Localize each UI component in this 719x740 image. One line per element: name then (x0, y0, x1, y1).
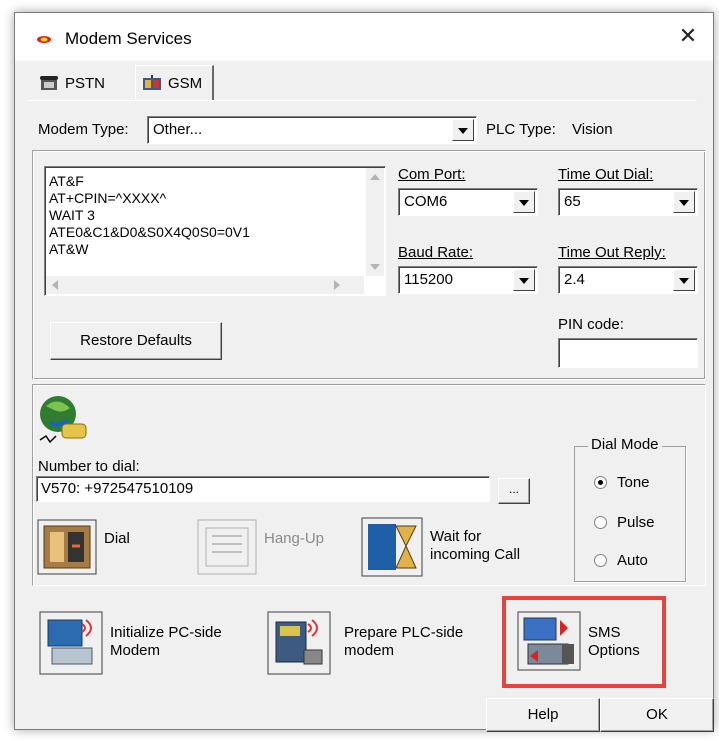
app-icon (37, 36, 51, 43)
wait-label-line1: Wait for (430, 528, 482, 545)
radio-auto-label: Auto (617, 552, 648, 569)
plc-type-label: PLC Type: (486, 121, 556, 138)
radio-dot[interactable] (594, 476, 607, 489)
tab-gsm-label: GSM (168, 74, 203, 92)
tab-divider (28, 100, 697, 101)
baud-rate-label: Baud Rate: (398, 244, 474, 261)
browse-number-button[interactable]: ... (498, 478, 530, 504)
pin-code-input[interactable] (558, 338, 698, 368)
com-port-label: Com Port: (398, 166, 466, 183)
timeout-reply-value: 2.4 (564, 271, 585, 288)
radio-auto[interactable]: Auto (594, 552, 648, 569)
scroll-left-icon[interactable] (52, 280, 58, 290)
modem-type-value: Other... (153, 121, 203, 138)
sms-options-highlight (502, 596, 666, 688)
prepare-plc-modem-button[interactable]: Prepare PLC-side modem (266, 610, 486, 676)
prepare-plc-label-line1: Prepare PLC-side (344, 624, 464, 641)
baud-rate-select[interactable]: 115200 (398, 266, 538, 294)
com-port-value: COM6 (404, 193, 448, 210)
com-port-select[interactable]: COM6 (398, 188, 538, 216)
init-command-line: AT+CPIN=^XXXX^ (49, 190, 167, 206)
chevron-down-icon[interactable] (452, 119, 474, 141)
hangup-button[interactable]: Hang-Up (196, 518, 346, 576)
phone-icon (40, 76, 58, 90)
timeout-reply-select[interactable]: 2.4 (558, 266, 698, 294)
init-commands-lines: AT&F AT+CPIN=^XXXX^ WAIT 3 ATE0&C1&D0&S0… (49, 173, 250, 258)
modem-type-label: Modem Type: (38, 121, 129, 138)
scroll-down-icon[interactable] (370, 264, 380, 270)
number-to-dial-input[interactable]: V570: +972547510109 (36, 476, 490, 502)
init-command-line: ATE0&C1&D0&S0X4Q0S0=0V1 (49, 224, 250, 240)
pc-modem-icon (39, 611, 103, 675)
init-command-line: AT&F (49, 173, 84, 189)
radio-pulse-label: Pulse (617, 514, 655, 531)
number-to-dial-value: V570: +972547510109 (41, 480, 194, 497)
hourglass-icon (361, 517, 423, 577)
timeout-reply-label: Time Out Reply: (558, 244, 666, 261)
vertical-scrollbar[interactable] (366, 168, 384, 276)
hangup-label: Hang-Up (264, 530, 325, 547)
modem-type-select[interactable]: Other... (147, 116, 477, 144)
init-command-line: AT&W (49, 241, 89, 257)
wait-incoming-call-button[interactable]: Wait for incoming Call (360, 516, 550, 578)
scroll-right-icon[interactable] (334, 280, 340, 290)
wait-label-line2: incoming Call (430, 546, 521, 563)
restore-defaults-button[interactable]: Restore Defaults (50, 322, 222, 360)
dial-button[interactable]: Dial (36, 518, 156, 576)
radio-tone-label: Tone (617, 474, 650, 491)
plc-modem-icon (267, 611, 331, 675)
chevron-down-icon[interactable] (673, 191, 695, 213)
hangup-phone-icon (197, 519, 257, 575)
close-button[interactable]: ✕ (671, 21, 705, 53)
baud-rate-value: 115200 (404, 271, 453, 288)
chevron-down-icon[interactable] (673, 269, 695, 291)
tab-pstn-label: PSTN (65, 74, 106, 92)
prepare-plc-label-line2: modem (344, 642, 395, 659)
globe-phone-icon (39, 396, 87, 444)
timeout-dial-value: 65 (564, 193, 581, 210)
horizontal-scrollbar[interactable] (46, 276, 364, 294)
dial-phone-icon (37, 519, 97, 575)
plc-type-value: Vision (572, 121, 613, 138)
title-bar[interactable]: Modem Services ✕ (15, 13, 713, 61)
init-command-line: WAIT 3 (49, 207, 95, 223)
number-to-dial-label: Number to dial: (38, 458, 140, 475)
init-pc-label-line1: Initialize PC-side (110, 624, 222, 641)
radio-dot[interactable] (594, 554, 607, 567)
dial-mode-legend: Dial Mode (588, 436, 662, 453)
radio-tone[interactable]: Tone (594, 474, 650, 491)
tab-gsm[interactable]: GSM (135, 65, 215, 100)
radio-pulse[interactable]: Pulse (594, 514, 655, 531)
init-commands-textarea[interactable]: AT&F AT+CPIN=^XXXX^ WAIT 3 ATE0&C1&D0&S0… (44, 166, 386, 296)
chevron-down-icon[interactable] (513, 191, 535, 213)
radio-dot[interactable] (594, 516, 607, 529)
window-title: Modem Services (65, 29, 192, 48)
pin-code-label: PIN code: (558, 316, 624, 333)
tab-strip: PSTN GSM (15, 61, 713, 100)
ok-button[interactable]: OK (600, 698, 714, 732)
help-button[interactable]: Help (486, 698, 600, 732)
gsm-icon (143, 75, 161, 90)
timeout-dial-label: Time Out Dial: (558, 166, 654, 183)
timeout-dial-select[interactable]: 65 (558, 188, 698, 216)
tab-pstn[interactable]: PSTN (39, 69, 105, 97)
dial-label: Dial (104, 530, 130, 547)
chevron-down-icon[interactable] (513, 269, 535, 291)
initialize-pc-modem-button[interactable]: Initialize PC-side Modem (38, 610, 238, 676)
init-pc-label-line2: Modem (110, 642, 161, 659)
scroll-up-icon[interactable] (370, 174, 380, 180)
